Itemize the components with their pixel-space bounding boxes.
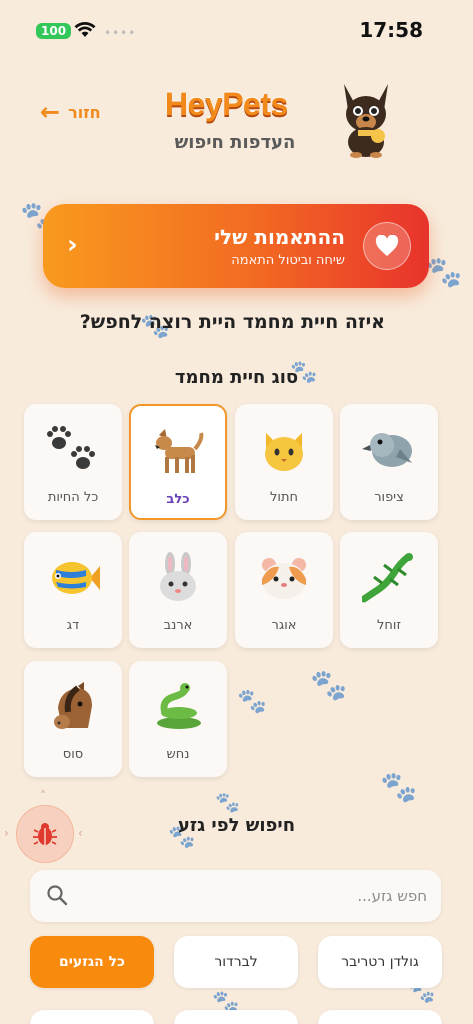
question-heading: איזה חיית מחמד היית רוצה לחפש? — [79, 311, 385, 333]
heart-icon — [363, 222, 411, 270]
paw-prints-icon — [24, 424, 122, 476]
pet-option-label: כלב — [166, 492, 190, 507]
wifi-icon — [74, 22, 96, 37]
chevron-up-icon: ˄ — [40, 789, 46, 803]
pet-type-heading: סוג חיית מחמד — [174, 367, 299, 388]
my-matches-subtitle: שיחה וביטול התאמה — [231, 253, 345, 268]
status-time: 17:58 — [359, 18, 423, 42]
bug-icon — [33, 823, 57, 845]
horse-face-icon — [24, 681, 122, 733]
pet-option-reptile[interactable]: זוחל — [340, 532, 438, 648]
dog-icon — [131, 426, 225, 478]
battery-indicator: 100 — [36, 23, 72, 39]
my-matches-title: ההתאמות שלי — [214, 225, 345, 249]
pet-option-label: חתול — [270, 490, 298, 505]
signal-dots-icon: •••• — [104, 26, 137, 40]
breed-chip-labrador[interactable]: לברדור — [174, 936, 298, 988]
bird-icon — [340, 424, 438, 476]
chevron-left-icon: ‹ — [67, 230, 78, 260]
pet-option-label: סוס — [62, 747, 84, 762]
dog-mascot-icon — [344, 84, 388, 158]
pet-option-rabbit[interactable]: ארנב — [129, 532, 227, 648]
cat-face-icon — [235, 424, 333, 476]
background-paw-icon: 🐾 — [310, 668, 348, 703]
pet-option-snake[interactable]: נחש — [129, 661, 227, 777]
tropical-fish-icon — [24, 552, 122, 604]
pet-option-bird[interactable]: ציפור — [340, 404, 438, 520]
breed-chip-all-breeds[interactable]: כל הגזעים — [30, 936, 154, 988]
pet-option-label: זוחל — [377, 618, 401, 633]
chevron-left-icon: ‹ — [4, 826, 9, 840]
debug-bug-button[interactable] — [16, 805, 74, 863]
lizard-icon — [340, 552, 438, 604]
breed-chip[interactable] — [318, 1010, 442, 1024]
background-paw-icon: 🐾 — [380, 770, 418, 805]
breed-chip-golden-retriever[interactable]: גולדן רטריבר — [318, 936, 442, 988]
hamster-icon — [235, 552, 333, 604]
search-icon — [47, 885, 68, 906]
pet-option-label: דג — [66, 618, 80, 633]
pet-option-cat[interactable]: חתול — [235, 404, 333, 520]
back-label: חזור — [68, 102, 101, 122]
pet-option-label: כל החיות — [47, 490, 99, 505]
breed-search-bar — [30, 870, 441, 922]
back-button[interactable]: ← חזור — [40, 100, 101, 124]
background-paw-icon: 🐾 — [425, 255, 463, 290]
pet-option-horse[interactable]: סוס — [24, 661, 122, 777]
my-matches-card[interactable]: ההתאמות שלי שיחה וביטול התאמה ‹ — [43, 204, 429, 288]
pet-option-label: ציפור — [374, 490, 404, 505]
background-paw-icon: 🐾 — [237, 687, 267, 715]
page-title: העדפות חיפוש — [174, 132, 296, 153]
background-paw-icon: 🐾 — [215, 790, 240, 814]
pet-option-fish[interactable]: דג — [24, 532, 122, 648]
pet-option-label: אוגר — [271, 618, 297, 633]
pet-option-hamster[interactable]: אוגר — [235, 532, 333, 648]
status-bar: 100 •••• 17:58 — [0, 0, 473, 62]
chevron-right-icon: › — [78, 826, 83, 840]
pet-option-label: נחש — [166, 747, 190, 762]
snake-icon — [129, 681, 227, 733]
breed-chip[interactable] — [174, 1010, 298, 1024]
pet-option-dog[interactable]: כלב — [129, 404, 227, 520]
rabbit-face-icon — [129, 552, 227, 604]
breed-search-input[interactable] — [81, 870, 441, 922]
pet-option-all[interactable]: כל החיות — [24, 404, 122, 520]
arrow-left-icon: ← — [40, 98, 61, 126]
pet-option-label: ארנב — [163, 618, 193, 633]
app-logo: HeyPets — [165, 86, 288, 122]
breed-chip[interactable] — [30, 1010, 154, 1024]
